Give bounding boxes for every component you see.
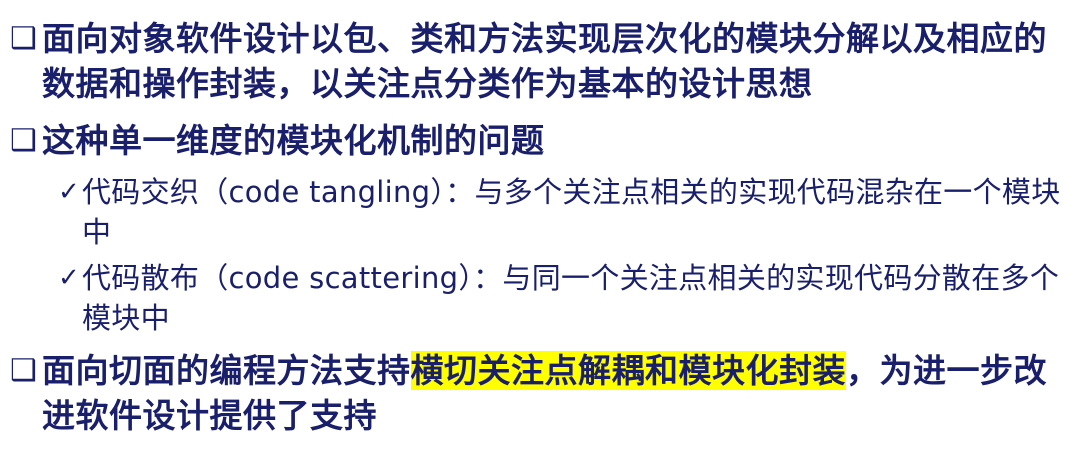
checkbox-bullet-icon: ❑ <box>10 21 38 56</box>
bullet-text: 这种单一维度的模块化机制的问题 <box>42 121 545 160</box>
sub-bullet-text: 代码散布（code scattering）：与同一个关注点相关的实现代码分散在多… <box>82 261 1060 335</box>
highlighted-phrase: 横切关注点解耦和模块化封装 <box>410 351 846 390</box>
sub-bullet-text: 代码交织（code tangling）：与多个关注点相关的实现代码混杂在一个模块… <box>82 175 1061 249</box>
bullet-single-dimension-problem: ❑ 这种单一维度的模块化机制的问题 <box>10 118 1070 163</box>
checkbox-bullet-icon: ❑ <box>10 353 38 388</box>
check-icon: ✓ <box>58 177 81 207</box>
slide: ❑ 面向对象软件设计以包、类和方法实现层次化的模块分解以及相应的数据和操作封装，… <box>0 0 1079 455</box>
bullet-text-before: 面向切面的编程方法支持 <box>42 351 411 390</box>
bullet-aop: ❑ 面向切面的编程方法支持横切关注点解耦和模块化封装，为进一步改进软件设计提供了… <box>10 348 1070 438</box>
bullet-oo-design: ❑ 面向对象软件设计以包、类和方法实现层次化的模块分解以及相应的数据和操作封装，… <box>10 16 1070 106</box>
check-icon: ✓ <box>58 263 81 293</box>
sub-bullet-code-tangling: ✓ 代码交织（code tangling）：与多个关注点相关的实现代码混杂在一个… <box>58 172 1073 252</box>
bullet-text: 面向对象软件设计以包、类和方法实现层次化的模块分解以及相应的数据和操作封装，以关… <box>42 19 1047 103</box>
checkbox-bullet-icon: ❑ <box>10 123 38 158</box>
sub-bullet-code-scattering: ✓ 代码散布（code scattering）：与同一个关注点相关的实现代码分散… <box>58 258 1073 338</box>
bullet-text: 面向切面的编程方法支持横切关注点解耦和模块化封装，为进一步改进软件设计提供了支持 <box>10 348 1070 438</box>
